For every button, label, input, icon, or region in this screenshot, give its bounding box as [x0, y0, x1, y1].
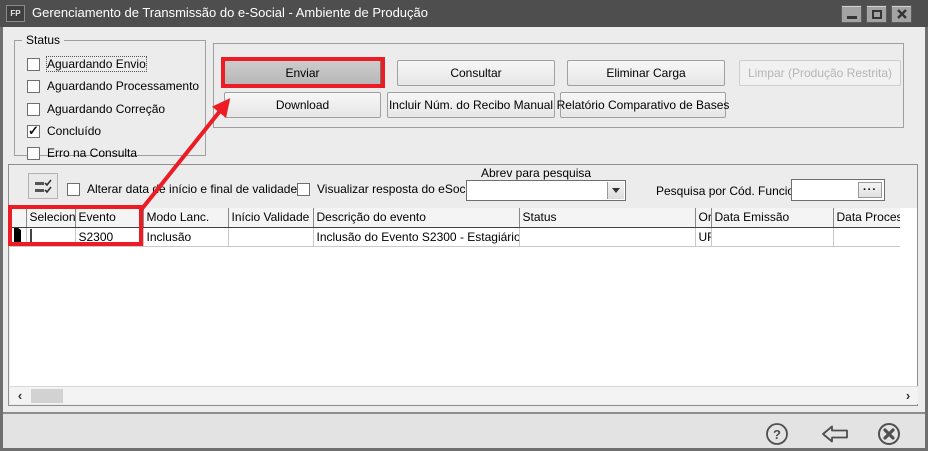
- status-groupbox: Status Aguardando Envio Aguardando Proce…: [14, 33, 206, 160]
- multi-select-icon: [35, 179, 52, 194]
- checkbox-label: Concluído: [47, 124, 102, 138]
- status-group-title: Status: [22, 33, 65, 47]
- checkbox-box[interactable]: [27, 146, 40, 160]
- back-button[interactable]: [820, 423, 850, 448]
- checkbox-label: Aguardando Envio: [46, 56, 147, 72]
- header-inicio-validade[interactable]: Início Validade: [228, 208, 314, 228]
- window-border-left: [0, 27, 3, 451]
- pesquisa-cod-funcio-input[interactable]: [793, 181, 857, 199]
- checkbox-label: Visualizar resposta do eSocial: [317, 182, 478, 196]
- lookup-ellipsis-button[interactable]: ···: [858, 182, 882, 198]
- download-button[interactable]: Download: [224, 92, 381, 118]
- cancel-button[interactable]: [877, 422, 901, 449]
- horizontal-scrollbar[interactable]: ‹ ›: [10, 386, 918, 404]
- app-icon: FP: [6, 5, 25, 22]
- eliminar-carga-button[interactable]: Eliminar Carga: [567, 60, 725, 86]
- grid-header-row: Seleciona Evento Modo Lanc. Início Valid…: [10, 208, 900, 228]
- help-button[interactable]: ?: [765, 422, 789, 449]
- header-row-selector: [10, 208, 27, 228]
- checkbox-aguardando-correcao[interactable]: Aguardando Correção: [27, 102, 165, 116]
- cell-data-emissao[interactable]: [711, 227, 834, 247]
- header-modo-lanc[interactable]: Modo Lanc.: [143, 208, 229, 228]
- close-icon: [896, 9, 907, 19]
- header-data-processamento[interactable]: Data Processame: [833, 208, 900, 228]
- pesquisa-cod-funcio-field[interactable]: ···: [791, 179, 885, 201]
- header-evento[interactable]: Evento: [75, 208, 144, 228]
- current-row-marker-icon: [14, 227, 21, 245]
- checkbox-label: Erro na Consulta: [47, 146, 138, 160]
- maximize-button[interactable]: [866, 5, 887, 23]
- incluir-recibo-manual-button[interactable]: Incluir Núm. do Recibo Manual: [387, 92, 555, 118]
- abrev-pesquisa-label: Abrev para pesquisa: [481, 166, 592, 180]
- relatorio-comparativo-button[interactable]: Relatório Comparativo de Bases: [557, 92, 729, 118]
- abrev-pesquisa-combobox[interactable]: [466, 180, 626, 201]
- events-grid: Seleciona Evento Modo Lanc. Início Valid…: [10, 208, 917, 387]
- esocial-transmission-window: FP Gerenciamento de Transmissão do e-Soc…: [0, 0, 928, 451]
- row-selector-cell: [10, 227, 27, 247]
- header-data-emissao[interactable]: Data Emissão: [711, 208, 834, 228]
- titlebar: FP Gerenciamento de Transmissão do e-Soc…: [0, 0, 928, 27]
- scroll-left-icon[interactable]: ‹: [12, 388, 28, 404]
- cell-modo-lanc[interactable]: Inclusão: [143, 227, 229, 247]
- checkbox-box[interactable]: [297, 182, 310, 196]
- checkbox-visualizar-resposta[interactable]: Visualizar resposta do eSocial: [297, 182, 478, 196]
- checkbox-concluido[interactable]: Concluído: [27, 123, 102, 139]
- header-origem[interactable]: Or: [695, 208, 712, 228]
- table-row[interactable]: S2300 Inclusão Inclusão do Evento S2300 …: [10, 227, 900, 247]
- checkbox-box[interactable]: [67, 182, 80, 196]
- close-button[interactable]: [891, 5, 912, 23]
- consultar-button[interactable]: Consultar: [397, 60, 555, 86]
- help-icon: ?: [766, 423, 788, 445]
- back-arrow-icon: [822, 425, 848, 443]
- scrollbar-thumb[interactable]: [31, 389, 63, 403]
- checkbox-aguardando-processamento[interactable]: Aguardando Processamento: [27, 79, 199, 93]
- checkbox-box[interactable]: [27, 79, 40, 93]
- cell-data-processamento[interactable]: [833, 227, 900, 247]
- minimize-icon: [846, 16, 857, 19]
- status-badge: Concluído com Sucesso: [519, 227, 696, 247]
- grid-panel: Alterar data de início e final de valida…: [8, 164, 918, 406]
- checkbox-label: Aguardando Processamento: [47, 79, 200, 93]
- header-descricao[interactable]: Descrição do evento: [313, 208, 520, 228]
- checkbox-alterar-data[interactable]: Alterar data de início e final de valida…: [67, 182, 300, 196]
- checkbox-erro-na-consulta[interactable]: Erro na Consulta: [27, 146, 137, 160]
- maximize-icon: [871, 9, 882, 19]
- row-checkbox[interactable]: [29, 228, 32, 245]
- window-title: Gerenciamento de Transmissão do e-Social…: [32, 5, 428, 20]
- checkbox-label: Aguardando Correção: [47, 102, 166, 116]
- scroll-right-icon[interactable]: ›: [900, 388, 916, 404]
- cell-seleciona[interactable]: [26, 227, 76, 247]
- checkbox-box[interactable]: [27, 57, 40, 71]
- events-table: Seleciona Evento Modo Lanc. Início Valid…: [10, 208, 900, 247]
- checkbox-aguardando-envio[interactable]: Aguardando Envio: [27, 56, 147, 72]
- cell-inicio-validade[interactable]: [228, 227, 314, 247]
- cell-descricao[interactable]: Inclusão do Evento S2300 - Estagiário :: [313, 227, 520, 247]
- checkbox-box-checked[interactable]: [27, 123, 40, 139]
- limpar-producao-restrita-button: Limpar (Produção Restrita): [739, 60, 901, 86]
- combobox-drop-button[interactable]: [607, 182, 624, 199]
- cancel-x-icon: [878, 423, 900, 445]
- minimize-button[interactable]: [841, 5, 862, 23]
- cell-origem[interactable]: UR: [695, 227, 712, 247]
- checkbox-box[interactable]: [27, 102, 40, 116]
- enviar-button[interactable]: Enviar: [224, 60, 381, 86]
- cell-evento[interactable]: S2300: [75, 227, 144, 247]
- pesquisa-cod-funcio-label: Pesquisa por Cód. Funcio:: [656, 184, 798, 198]
- header-seleciona[interactable]: Seleciona: [26, 208, 76, 228]
- checkbox-label: Alterar data de início e final de valida…: [87, 182, 301, 196]
- multi-select-button[interactable]: [28, 173, 58, 199]
- header-status[interactable]: Status: [519, 208, 696, 228]
- chevron-down-icon: [612, 188, 620, 193]
- svg-text:?: ?: [773, 427, 781, 442]
